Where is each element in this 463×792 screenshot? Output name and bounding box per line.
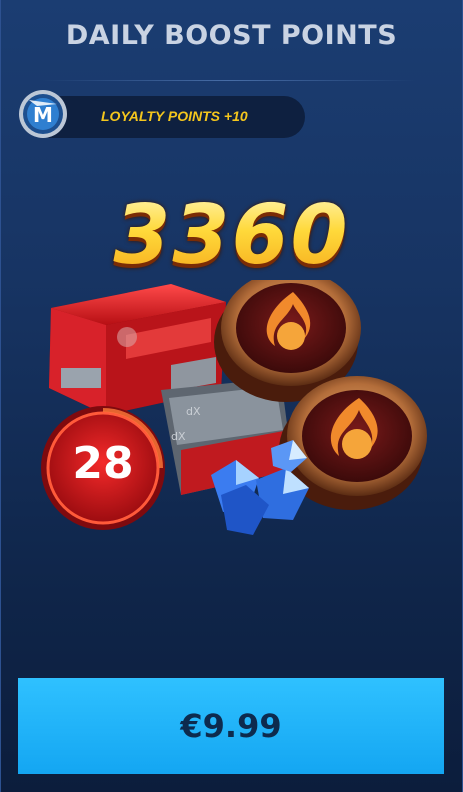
loyalty-label: LOYALTY POINTS +10 [101, 108, 248, 124]
items-count: 28 [72, 438, 134, 489]
points-amount: 3360 [1, 188, 462, 283]
svg-text:M: M [33, 103, 53, 127]
offer-card: DAILY BOOST POINTS M LOYALTY POINTS +10 … [0, 0, 463, 792]
page-title: DAILY BOOST POINTS [65, 20, 398, 51]
m-emblem-icon: M [19, 90, 67, 138]
title-divider [41, 80, 416, 81]
buy-button[interactable]: €9.99 [18, 678, 444, 774]
svg-text:dX: dX [186, 405, 201, 418]
svg-text:dX: dX [171, 430, 186, 443]
price-label: €9.99 [180, 707, 282, 745]
